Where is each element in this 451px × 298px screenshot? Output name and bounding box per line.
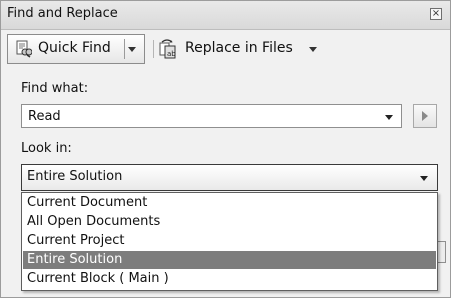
window-title: Find and Replace xyxy=(7,6,118,21)
toolbar-divider xyxy=(153,40,154,58)
find-what-label: Find what: xyxy=(21,81,89,96)
replace-files-icon: ab xyxy=(159,39,176,59)
chevron-down-icon[interactable] xyxy=(385,115,393,120)
close-icon[interactable]: × xyxy=(430,8,442,20)
play-arrow-icon xyxy=(422,111,428,121)
look-in-select[interactable]: Entire Solution xyxy=(21,164,438,191)
look-in-selected-value: Entire Solution xyxy=(27,169,123,184)
binoculars-document-icon xyxy=(16,40,32,58)
replace-in-files-button[interactable]: Replace in Files xyxy=(185,40,293,56)
look-in-dropdown-list: Current Document All Open Documents Curr… xyxy=(21,192,438,291)
find-next-button[interactable] xyxy=(413,104,437,128)
mode-toolbar: Quick Find ab Replace in Files xyxy=(7,34,444,64)
dropdown-option-selected[interactable]: Entire Solution xyxy=(23,251,436,269)
dropdown-option[interactable]: Current Block ( Main ) xyxy=(23,270,436,288)
title-bar: Find and Replace × xyxy=(1,1,450,30)
svg-text:ab: ab xyxy=(167,50,176,58)
look-in-label: Look in: xyxy=(21,141,72,156)
dropdown-option[interactable]: All Open Documents xyxy=(23,213,436,231)
chevron-down-icon[interactable] xyxy=(128,47,136,52)
dropdown-option[interactable]: Current Project xyxy=(23,232,436,250)
chevron-down-icon[interactable] xyxy=(420,176,428,181)
dropdown-option[interactable]: Current Document xyxy=(23,194,436,212)
find-what-combobox[interactable] xyxy=(21,104,402,128)
find-replace-window: Find and Replace × Quick Find ab Replace… xyxy=(0,0,451,298)
split-divider xyxy=(124,39,125,59)
quick-find-label: Quick Find xyxy=(38,40,111,56)
chevron-down-icon[interactable] xyxy=(309,47,317,52)
find-what-input[interactable] xyxy=(28,107,368,125)
partially-hidden-button[interactable] xyxy=(438,241,446,263)
quick-find-button[interactable]: Quick Find xyxy=(7,34,145,64)
